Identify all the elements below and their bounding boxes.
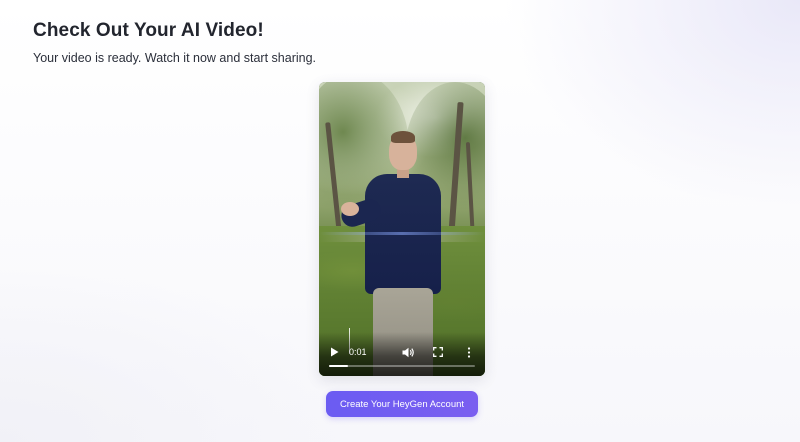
volume-icon: [402, 347, 414, 357]
play-button[interactable]: [328, 346, 340, 358]
person-hair: [391, 131, 415, 143]
video-player[interactable]: 0:01: [319, 82, 485, 376]
current-time: 0:01: [349, 347, 367, 357]
progress-fill: [329, 365, 348, 367]
more-options-button[interactable]: [465, 346, 473, 358]
create-account-button[interactable]: Create Your HeyGen Account: [326, 391, 478, 417]
video-controls: 0:01: [319, 332, 485, 376]
page-subtitle: Your video is ready. Watch it now and st…: [33, 51, 317, 65]
play-icon: [330, 347, 338, 357]
page-title: Check Out Your AI Video!: [33, 20, 264, 41]
person-hand: [341, 202, 359, 216]
fullscreen-icon: [433, 347, 443, 357]
fullscreen-button[interactable]: [432, 346, 444, 358]
volume-button[interactable]: [401, 346, 415, 358]
more-vertical-icon: [467, 346, 471, 358]
progress-bar[interactable]: [329, 365, 475, 367]
lens-flare: [319, 232, 485, 235]
